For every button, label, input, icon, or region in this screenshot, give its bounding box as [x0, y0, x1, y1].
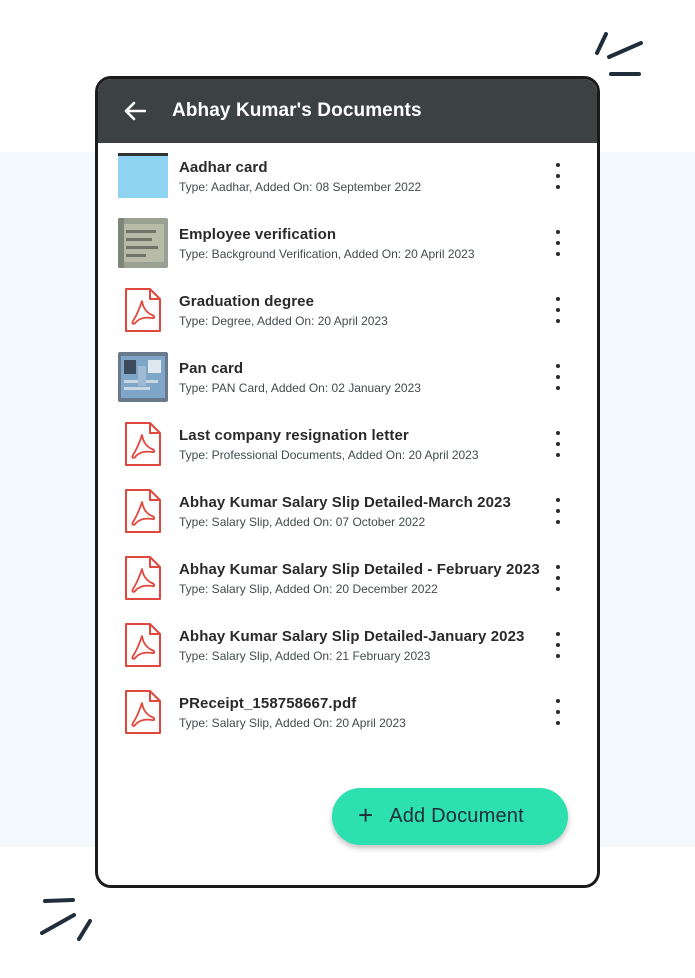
- verification-thumbnail: [118, 218, 168, 268]
- plus-icon: +: [358, 800, 374, 830]
- document-item[interactable]: Abhay Kumar Salary Slip Detailed-March 2…: [98, 478, 597, 545]
- document-item[interactable]: PReceipt_158758667.pdf Type: Salary Slip…: [98, 679, 597, 746]
- document-meta: Type: Salary Slip, Added On: 21 February…: [179, 649, 431, 663]
- document-title: Aadhar card: [179, 159, 268, 176]
- pdf-icon: [118, 553, 168, 603]
- sparkle-decoration-bottom: [40, 898, 92, 941]
- more-options-icon[interactable]: [548, 699, 568, 725]
- document-title: Employee verification: [179, 226, 337, 243]
- pdf-icon: [118, 687, 168, 737]
- pdf-icon: [118, 486, 168, 536]
- more-options-icon[interactable]: [548, 230, 568, 256]
- document-meta: Type: Background Verification, Added On:…: [179, 247, 475, 261]
- app-bar: Abhay Kumar's Documents: [98, 79, 597, 143]
- document-item[interactable]: Abhay Kumar Salary Slip Detailed - Febru…: [98, 545, 597, 612]
- document-item[interactable]: Employee verification Type: Background V…: [98, 210, 597, 277]
- add-document-button[interactable]: + Add Document: [332, 788, 568, 845]
- pdf-icon: [118, 285, 168, 335]
- more-options-icon[interactable]: [548, 297, 568, 323]
- pan-card-thumbnail: [118, 352, 168, 402]
- document-item[interactable]: Pan card Type: PAN Card, Added On: 02 Ja…: [98, 344, 597, 411]
- document-meta: Type: Salary Slip, Added On: 07 October …: [179, 515, 426, 529]
- pdf-icon: [118, 620, 168, 670]
- document-list: Aadhar card Type: Aadhar, Added On: 08 S…: [98, 143, 597, 746]
- arrow-left-icon: [124, 101, 146, 121]
- document-item[interactable]: Aadhar card Type: Aadhar, Added On: 08 S…: [98, 143, 597, 210]
- document-item[interactable]: Last company resignation letter Type: Pr…: [98, 411, 597, 478]
- pdf-icon: [118, 419, 168, 469]
- document-meta: Type: Degree, Added On: 20 April 2023: [179, 314, 388, 328]
- more-options-icon[interactable]: [548, 632, 568, 658]
- document-title: Last company resignation letter: [179, 427, 409, 444]
- phone-screen: Abhay Kumar's Documents Aadhar card Type…: [95, 76, 600, 888]
- document-meta: Type: Professional Documents, Added On: …: [179, 448, 479, 462]
- document-title: Abhay Kumar Salary Slip Detailed-March 2…: [179, 494, 511, 511]
- document-meta: Type: Salary Slip, Added On: 20 April 20…: [179, 716, 406, 730]
- document-meta: Type: Salary Slip, Added On: 20 December…: [179, 582, 438, 596]
- document-item[interactable]: Graduation degree Type: Degree, Added On…: [98, 277, 597, 344]
- document-item[interactable]: Abhay Kumar Salary Slip Detailed-January…: [98, 612, 597, 679]
- aadhar-thumbnail: [118, 151, 168, 201]
- document-title: Abhay Kumar Salary Slip Detailed - Febru…: [179, 561, 540, 578]
- more-options-icon[interactable]: [548, 163, 568, 189]
- more-options-icon[interactable]: [548, 364, 568, 390]
- page-title: Abhay Kumar's Documents: [172, 100, 422, 121]
- back-button[interactable]: [122, 98, 148, 124]
- document-title: Graduation degree: [179, 293, 315, 310]
- more-options-icon[interactable]: [548, 431, 568, 457]
- more-options-icon[interactable]: [548, 498, 568, 524]
- document-title: Pan card: [179, 360, 244, 377]
- document-title: PReceipt_158758667.pdf: [179, 695, 357, 712]
- sparkle-decoration-top: [595, 32, 643, 76]
- document-meta: Type: PAN Card, Added On: 02 January 202…: [179, 381, 421, 395]
- document-title: Abhay Kumar Salary Slip Detailed-January…: [179, 628, 525, 645]
- document-meta: Type: Aadhar, Added On: 08 September 202…: [179, 180, 422, 194]
- add-document-label: Add Document: [389, 805, 524, 827]
- more-options-icon[interactable]: [548, 565, 568, 591]
